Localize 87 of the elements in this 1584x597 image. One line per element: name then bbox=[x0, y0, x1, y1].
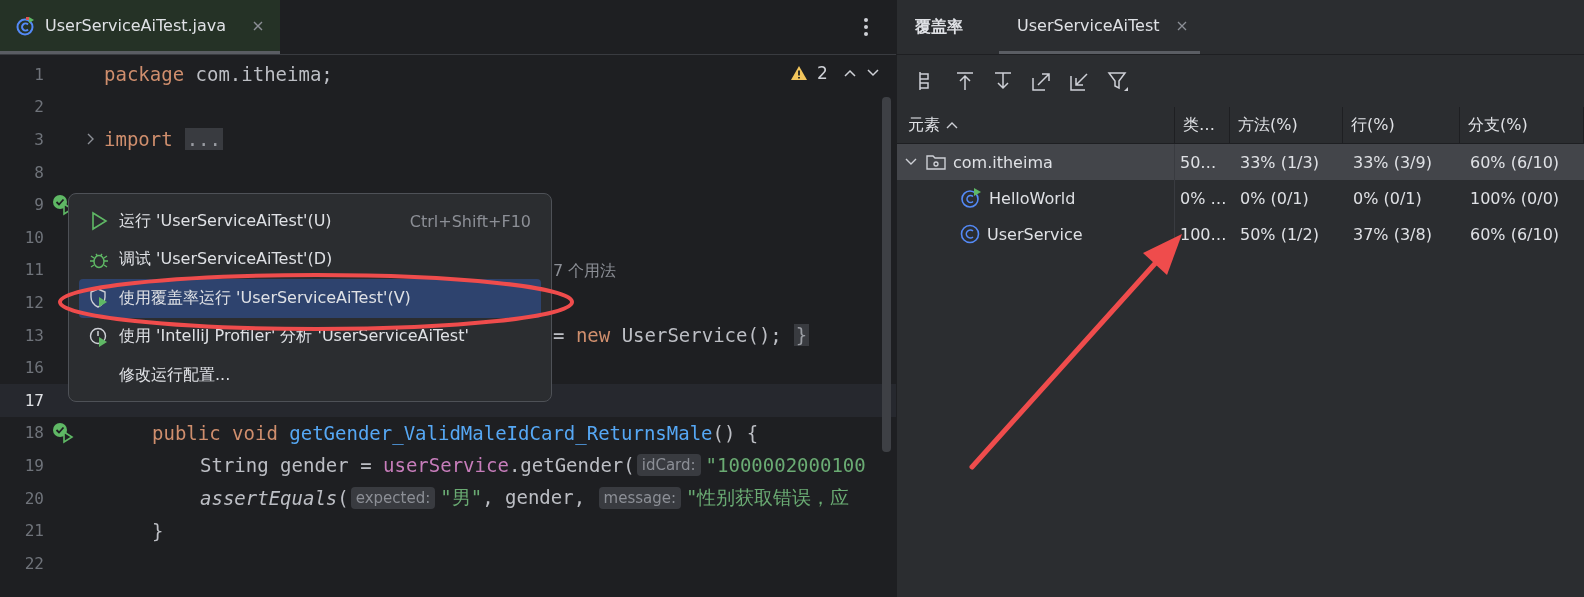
warning-count[interactable]: 2 bbox=[817, 63, 828, 83]
parameter-hint: expected: bbox=[350, 487, 436, 509]
line-number: 13 bbox=[23, 325, 44, 345]
class-icon bbox=[960, 224, 980, 244]
line-number: 3 bbox=[33, 130, 44, 149]
table-cell-text: 0% (0/1) bbox=[1239, 187, 1310, 210]
editor-tab[interactable]: UserServiceAiTest.java bbox=[0, 0, 280, 54]
menu-item[interactable]: 运行 'UserServiceAiTest'(U) Ctrl+Shift+F10 bbox=[79, 202, 541, 241]
package-folder-icon bbox=[926, 153, 946, 171]
element-name: UserService bbox=[987, 224, 1083, 244]
menu-item[interactable]: 调试 'UserServiceAiTest'(D) bbox=[79, 240, 541, 279]
tree-row[interactable]: HelloWorld 0% … 0% (0/1) 0% (0/1) 100% (0/0) bbox=[897, 180, 1584, 216]
panel-title: 覆盖率 bbox=[915, 16, 963, 38]
runnable-class-icon bbox=[960, 187, 982, 209]
line-number: 18 bbox=[23, 423, 44, 443]
column-header[interactable]: 元素 bbox=[897, 107, 1175, 143]
code-text: import bbox=[104, 128, 173, 151]
element-name: com.itheima bbox=[953, 152, 1053, 172]
parameter-hint: idCard: bbox=[636, 454, 701, 477]
test-class-icon bbox=[16, 15, 36, 36]
line-number: 20 bbox=[23, 488, 44, 508]
close-icon[interactable] bbox=[1175, 19, 1188, 32]
line-number: 11 bbox=[23, 260, 44, 280]
chevron-up-icon[interactable] bbox=[842, 68, 857, 78]
line-number: 10 bbox=[23, 227, 44, 247]
shortcut-hint: Ctrl+Shift+F10 bbox=[409, 211, 531, 231]
table-cell-text: 0% … bbox=[1179, 187, 1228, 210]
code-text: 7 个用法 bbox=[553, 259, 617, 282]
panel-tab[interactable]: UserServiceAiTest bbox=[999, 0, 1200, 54]
table-cell-text: 33% (3/9) bbox=[1352, 151, 1433, 174]
line-number: 22 bbox=[23, 553, 44, 573]
table-cell-text: 60% (6/10) bbox=[1469, 223, 1561, 246]
table-cell-text: 50… bbox=[1179, 151, 1218, 174]
code-text: package com.itheima; bbox=[104, 63, 333, 86]
folded-code[interactable]: ... bbox=[184, 128, 223, 151]
line-number: 21 bbox=[23, 521, 44, 541]
code-text: = new UserService(); bbox=[553, 324, 782, 347]
table-cell-text: 33% (1/3) bbox=[1239, 151, 1320, 174]
column-header[interactable]: 方法(%) bbox=[1230, 107, 1343, 143]
table-cell-text: 60% (6/10) bbox=[1469, 151, 1561, 174]
import-icon[interactable] bbox=[1069, 70, 1089, 92]
element-name: HelloWorld bbox=[989, 188, 1076, 208]
export-icon[interactable] bbox=[1031, 70, 1051, 92]
code-text: assertEquals( bbox=[200, 487, 349, 509]
collapse-icon[interactable] bbox=[905, 157, 917, 167]
line-number: 1 bbox=[33, 64, 44, 84]
line-number: 2 bbox=[33, 97, 44, 117]
expand-icon[interactable] bbox=[86, 132, 96, 147]
play-icon bbox=[89, 211, 109, 232]
line-number: 19 bbox=[23, 455, 44, 475]
warning-icon[interactable] bbox=[790, 65, 808, 81]
sort-ascending-icon bbox=[946, 121, 958, 129]
parameter-hint: message: bbox=[598, 487, 681, 509]
filter-icon[interactable] bbox=[1107, 70, 1129, 92]
code-text: String gender = userService.getGender( bbox=[200, 454, 635, 477]
arrow-up-bar-icon[interactable] bbox=[955, 70, 975, 92]
column-header[interactable]: 分支(%) bbox=[1460, 107, 1584, 143]
code-text: "1000002000100 bbox=[705, 454, 866, 477]
menu-item[interactable]: 使用覆盖率运行 'UserServiceAiTest'(V) bbox=[79, 279, 541, 318]
line-number: 17 bbox=[23, 390, 44, 410]
arrow-down-bar-icon[interactable] bbox=[993, 70, 1013, 92]
chevron-down-icon[interactable] bbox=[865, 68, 880, 78]
line-number: 8 bbox=[33, 162, 44, 182]
tree-row[interactable]: com.itheima 50… 33% (1/3) 33% (3/9) 60% (6/10) bbox=[897, 144, 1584, 180]
clock-run-icon bbox=[89, 326, 109, 347]
line-number: 9 bbox=[33, 195, 44, 215]
line-number: 16 bbox=[23, 358, 44, 378]
code-text: "男", gender, bbox=[440, 485, 587, 510]
code-text: } bbox=[152, 519, 164, 542]
code-text: "性别获取错误，应 bbox=[686, 485, 850, 510]
line-number: 12 bbox=[23, 292, 44, 312]
column-header[interactable]: 行(%) bbox=[1343, 107, 1460, 143]
menu-item[interactable]: 修改运行配置... bbox=[79, 356, 541, 395]
table-cell-text: 37% (3/8) bbox=[1352, 223, 1433, 246]
tab-label: UserServiceAiTest.java bbox=[45, 16, 228, 35]
column-header[interactable]: 类… bbox=[1175, 107, 1230, 143]
code-text: public void getGender_ValidMaleIdCard_ReturnsMale() { bbox=[152, 421, 759, 444]
scrollbar[interactable] bbox=[882, 97, 891, 452]
shield-run-icon bbox=[89, 288, 109, 309]
close-icon[interactable] bbox=[252, 19, 264, 32]
table-cell-text: 100… bbox=[1179, 223, 1228, 246]
more-options-icon[interactable] bbox=[863, 17, 869, 37]
test-passed-run-icon[interactable] bbox=[52, 421, 74, 444]
folded-code[interactable]: } bbox=[793, 324, 810, 347]
table-cell-text: 50% (1/2) bbox=[1239, 223, 1320, 246]
table-cell-text: 100% (0/0) bbox=[1469, 187, 1561, 210]
table-cell-text: 0% (0/1) bbox=[1352, 187, 1423, 210]
